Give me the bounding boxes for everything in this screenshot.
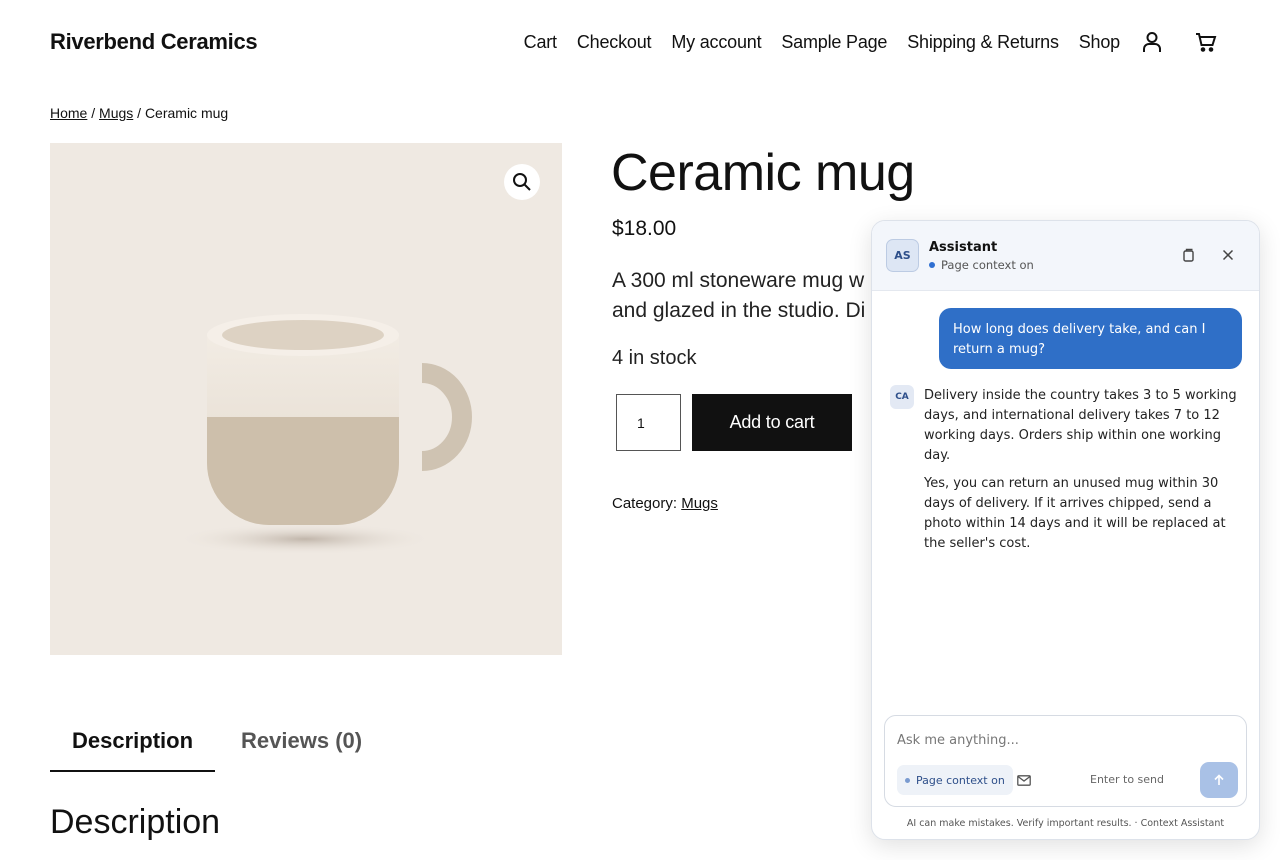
user-icon[interactable]	[1140, 30, 1164, 54]
assistant-message-paragraph: Yes, you can return an unused mug within…	[924, 476, 1226, 551]
assistant-avatar: AS	[886, 239, 919, 272]
status-dot-icon	[929, 262, 935, 268]
product-title: Ceramic mug	[611, 144, 915, 202]
cart-icon[interactable]	[1194, 30, 1218, 54]
send-button[interactable]	[1200, 762, 1238, 798]
add-to-cart-button[interactable]: Add to cart	[692, 394, 852, 451]
short-description-line: A 300 ml stoneware mug w	[612, 269, 865, 292]
breadcrumb-current: Ceramic mug	[144, 105, 229, 121]
assistant-panel: AS Assistant Page context on How long do…	[871, 220, 1260, 840]
tab-description[interactable]: Description	[50, 716, 216, 772]
assistant-status: Page context on	[929, 258, 1034, 272]
category-link[interactable]: Mugs	[681, 495, 718, 512]
breadcrumb-home[interactable]: Home	[50, 105, 87, 121]
page-context-toggle[interactable]: Page context on	[897, 765, 1013, 795]
chat-input[interactable]	[897, 728, 1227, 752]
product-short-description: A 300 ml stoneware mug w and glazed in t…	[612, 266, 874, 330]
main-nav: Cart Checkout My account Sample Page Shi…	[524, 30, 1218, 54]
breadcrumb: Home / Mugs / Ceramic mug	[50, 105, 228, 121]
nav-checkout[interactable]: Checkout	[577, 32, 652, 53]
page-context-label: Page context on	[916, 773, 1005, 787]
assistant-title: Assistant	[929, 240, 998, 255]
enter-to-send-hint: Enter to send	[1090, 773, 1165, 786]
product-category: Category: Mugs	[612, 495, 718, 512]
close-icon[interactable]	[1218, 245, 1238, 265]
short-description-line: and glazed in the studio. Di	[612, 299, 866, 322]
mug-illustration	[175, 314, 472, 555]
category-label: Category:	[612, 495, 678, 512]
bot-avatar: CA	[890, 385, 914, 409]
tab-reviews[interactable]: Reviews (0)	[219, 716, 384, 772]
product-price: $18.00	[612, 217, 677, 240]
assistant-disclaimer: AI can make mistakes. Verify important r…	[906, 818, 1225, 829]
product-image[interactable]	[50, 143, 562, 655]
breadcrumb-separator: /	[133, 105, 145, 121]
site-header: Riverbend Ceramics Cart Checkout My acco…	[0, 0, 1280, 86]
assistant-message: Delivery inside the country takes 3 to 5…	[924, 386, 1246, 554]
site-title[interactable]: Riverbend Ceramics	[50, 29, 258, 55]
assistant-status-text: Page context on	[941, 258, 1034, 272]
nav-shop[interactable]: Shop	[1079, 32, 1120, 53]
assistant-header: AS Assistant Page context on	[872, 221, 1259, 291]
stock-status: 4 in stock	[612, 347, 697, 369]
user-message: How long does delivery take, and can I r…	[939, 308, 1242, 369]
magnifier-icon[interactable]	[504, 164, 540, 200]
assistant-message-paragraph: Delivery inside the country takes 3 to 5…	[924, 388, 1237, 463]
arrow-up-icon	[1214, 774, 1224, 785]
copy-icon[interactable]	[1178, 245, 1198, 265]
breadcrumb-separator: /	[87, 105, 100, 121]
breadcrumb-category[interactable]: Mugs	[99, 105, 133, 121]
context-dot-icon	[905, 777, 910, 783]
nav-shipping-returns[interactable]: Shipping & Returns	[907, 32, 1059, 53]
product-tabs: Description Reviews (0)	[50, 716, 384, 772]
quantity-input[interactable]	[616, 394, 681, 451]
nav-my-account[interactable]: My account	[671, 32, 761, 53]
nav-sample-page[interactable]: Sample Page	[781, 32, 887, 53]
mail-icon[interactable]	[1015, 771, 1033, 789]
description-heading: Description	[50, 803, 221, 841]
nav-cart[interactable]: Cart	[524, 32, 557, 53]
message-composer: Page context on Enter to send	[884, 715, 1247, 807]
